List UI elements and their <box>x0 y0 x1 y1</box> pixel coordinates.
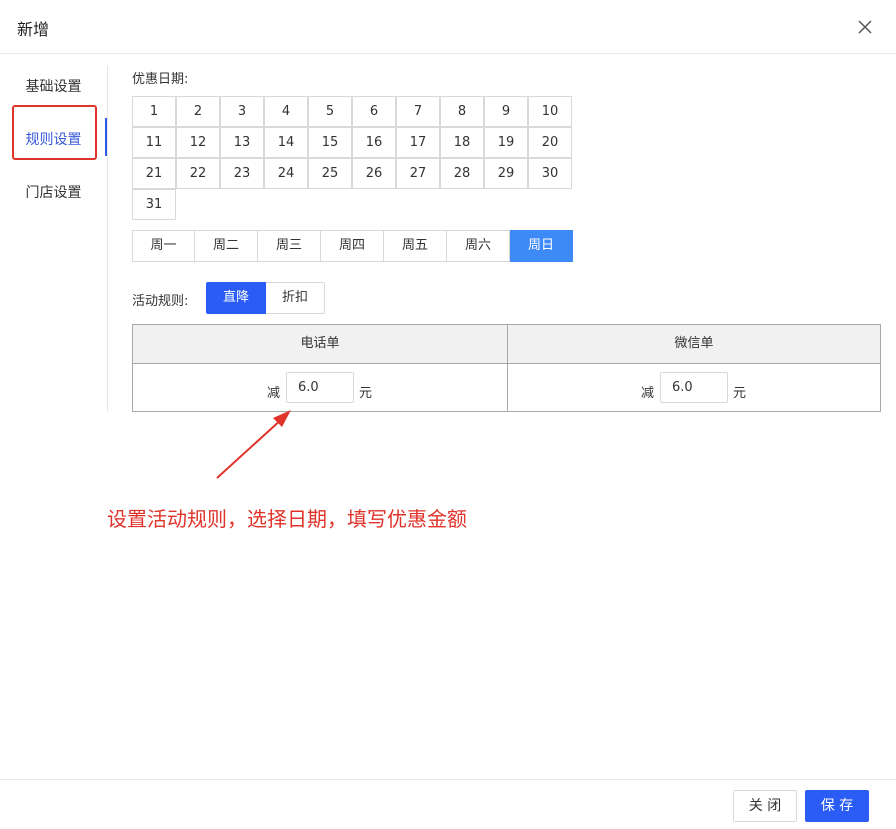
date-cell[interactable]: 7 <box>396 96 440 127</box>
date-cell[interactable]: 28 <box>440 158 484 189</box>
phone-amount-input[interactable] <box>286 372 354 403</box>
annotation-text: 设置活动规则，选择日期，填写优惠金额 <box>107 507 467 531</box>
date-cell[interactable]: 3 <box>220 96 264 127</box>
date-cell[interactable]: 5 <box>308 96 352 127</box>
weekday-button[interactable]: 周一 <box>132 230 195 262</box>
date-cell[interactable]: 22 <box>176 158 220 189</box>
wechat-amount-input[interactable] <box>660 372 728 403</box>
date-cell[interactable]: 31 <box>132 189 176 220</box>
phone-reduce-label: 减 <box>267 386 281 401</box>
activity-rule-label: 活动规则: <box>132 294 189 309</box>
date-cell[interactable]: 26 <box>352 158 396 189</box>
date-cell[interactable]: 1 <box>132 96 176 127</box>
weekday-button[interactable]: 周三 <box>258 230 321 262</box>
date-cell[interactable]: 25 <box>308 158 352 189</box>
date-cell[interactable]: 18 <box>440 127 484 158</box>
wechat-reduce-label: 减 <box>641 386 655 401</box>
date-cell[interactable]: 4 <box>264 96 308 127</box>
wechat-order-header: 微信单 <box>674 336 714 351</box>
amount-table: 电话单 微信单 减 元 减 元 <box>132 324 881 412</box>
date-cell[interactable]: 30 <box>528 158 572 189</box>
date-cell[interactable]: 20 <box>528 127 572 158</box>
dialog-title: 新增 <box>17 20 50 39</box>
weekday-button[interactable]: 周日 <box>510 230 573 262</box>
date-cell[interactable]: 16 <box>352 127 396 158</box>
date-cell[interactable]: 27 <box>396 158 440 189</box>
date-cell[interactable]: 10 <box>528 96 572 127</box>
date-cell[interactable]: 9 <box>484 96 528 127</box>
phone-order-header: 电话单 <box>300 336 340 351</box>
annotation-arrow <box>216 410 291 479</box>
date-cell[interactable]: 6 <box>352 96 396 127</box>
weekday-button[interactable]: 周六 <box>447 230 510 262</box>
date-cell[interactable]: 2 <box>176 96 220 127</box>
wechat-yuan-label: 元 <box>733 386 747 401</box>
rule-direct-reduction-button[interactable]: 直降 <box>206 282 266 314</box>
date-cell[interactable]: 29 <box>484 158 528 189</box>
weekday-button[interactable]: 周二 <box>195 230 258 262</box>
date-cell[interactable]: 12 <box>176 127 220 158</box>
date-cell[interactable]: 21 <box>132 158 176 189</box>
discount-date-label: 优惠日期: <box>132 72 189 87</box>
date-cell[interactable]: 19 <box>484 127 528 158</box>
sidebar-item-basic[interactable]: 基础设置 <box>0 76 107 96</box>
save-button[interactable]: 保 存 <box>805 790 869 822</box>
weekday-button[interactable]: 周五 <box>384 230 447 262</box>
date-cell[interactable]: 13 <box>220 127 264 158</box>
rule-discount-button[interactable]: 折扣 <box>266 282 325 314</box>
sidebar-item-stores[interactable]: 门店设置 <box>0 182 107 202</box>
weekday-button[interactable]: 周四 <box>321 230 384 262</box>
date-cell[interactable]: 8 <box>440 96 484 127</box>
highlight-box <box>12 105 97 160</box>
phone-yuan-label: 元 <box>359 386 373 401</box>
date-cell[interactable]: 11 <box>132 127 176 158</box>
date-cell[interactable]: 23 <box>220 158 264 189</box>
close-icon[interactable] <box>855 17 875 37</box>
date-cell[interactable]: 15 <box>308 127 352 158</box>
close-button[interactable]: 关 闭 <box>733 790 797 822</box>
date-cell[interactable]: 17 <box>396 127 440 158</box>
date-cell[interactable]: 14 <box>264 127 308 158</box>
date-cell[interactable]: 24 <box>264 158 308 189</box>
sidebar-divider <box>107 66 108 411</box>
dialog-header: 新增 <box>0 0 896 54</box>
